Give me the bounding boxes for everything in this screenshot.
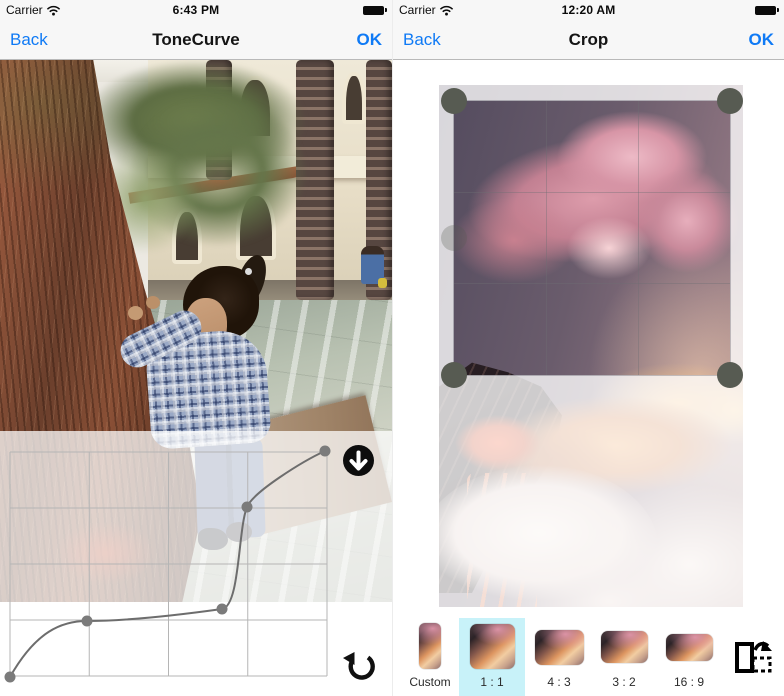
tonecurve-grid — [9, 451, 328, 677]
clock: 6:43 PM — [172, 3, 220, 17]
aspect-label: 1 : 1 — [480, 675, 504, 689]
crop-handle-bottom-left[interactable] — [441, 362, 467, 388]
aspect-ratio-bar: Custom 1 : 1 4 : 3 3 : 2 16 : 9 — [393, 618, 784, 696]
aspect-option-4-3[interactable]: 4 : 3 — [527, 618, 591, 696]
crop-handle-mid-left[interactable] — [441, 225, 467, 251]
carrier-label: Carrier — [6, 3, 43, 17]
aspect-thumb — [600, 631, 648, 663]
undo-reset-icon[interactable] — [341, 648, 379, 682]
nav-bar: Back Crop OK — [393, 20, 784, 60]
page-title: ToneCurve — [152, 29, 240, 49]
aspect-thumb — [534, 630, 584, 665]
photo-window — [342, 72, 366, 124]
carrier-label: Carrier — [399, 3, 436, 17]
ok-button[interactable]: OK — [320, 30, 392, 50]
crop-handle-top-left[interactable] — [441, 88, 467, 114]
tonecurve-screen: Carrier 6:43 PM Back ToneCurve OK — [0, 0, 392, 696]
crop-grid-line — [454, 283, 730, 285]
crop-grid-line — [545, 101, 547, 375]
scene-lava — [455, 415, 541, 471]
nav-bar: Back ToneCurve OK — [0, 20, 392, 60]
crop-grid-line — [454, 192, 730, 194]
wifi-icon — [439, 5, 453, 15]
aspect-label: 3 : 2 — [612, 675, 636, 689]
clock: 12:20 AM — [561, 3, 616, 17]
back-button[interactable]: Back — [0, 30, 72, 50]
crop-grid-line — [637, 101, 639, 375]
ok-button[interactable]: OK — [712, 30, 784, 50]
aspect-thumb — [469, 624, 515, 669]
aspect-option-1-1[interactable]: 1 : 1 — [459, 618, 525, 696]
photo-child-hairtie — [245, 268, 252, 275]
tonecurve-editor[interactable] — [0, 431, 392, 696]
battery-icon — [755, 5, 779, 15]
crop-handle-top-right[interactable] — [717, 88, 743, 114]
crop-handle-bottom-right[interactable] — [717, 362, 743, 388]
status-bar: Carrier 6:43 PM — [0, 0, 392, 20]
crop-screen: Custom 1 : 1 4 : 3 3 : 2 16 : 9 Carrier … — [392, 0, 784, 696]
crop-window[interactable] — [441, 88, 743, 388]
download-apply-icon[interactable] — [342, 444, 375, 477]
crop-image-stage — [439, 85, 743, 607]
status-bar: Carrier 12:20 AM — [393, 0, 784, 20]
aspect-thumb — [419, 623, 441, 669]
aspect-label: 16 : 9 — [673, 675, 705, 689]
page-title: Crop — [568, 29, 609, 49]
rotate-crop-icon — [735, 641, 772, 673]
aspect-option-custom[interactable]: Custom — [401, 618, 459, 696]
photo-background-bag — [378, 278, 387, 288]
wifi-icon — [46, 5, 60, 15]
aspect-label: Custom — [409, 675, 451, 689]
back-button[interactable]: Back — [393, 30, 465, 50]
battery-icon — [363, 5, 387, 15]
photo-editor-screens: Carrier 6:43 PM Back ToneCurve OK Custom… — [0, 0, 784, 696]
photo-child-hand — [128, 306, 143, 320]
aspect-label: 4 : 3 — [547, 675, 571, 689]
rotate-crop-button[interactable] — [727, 618, 779, 696]
aspect-thumb — [665, 634, 713, 661]
aspect-option-3-2[interactable]: 3 : 2 — [593, 618, 655, 696]
photo-child-hand — [146, 296, 160, 309]
aspect-option-16-9[interactable]: 16 : 9 — [657, 618, 721, 696]
